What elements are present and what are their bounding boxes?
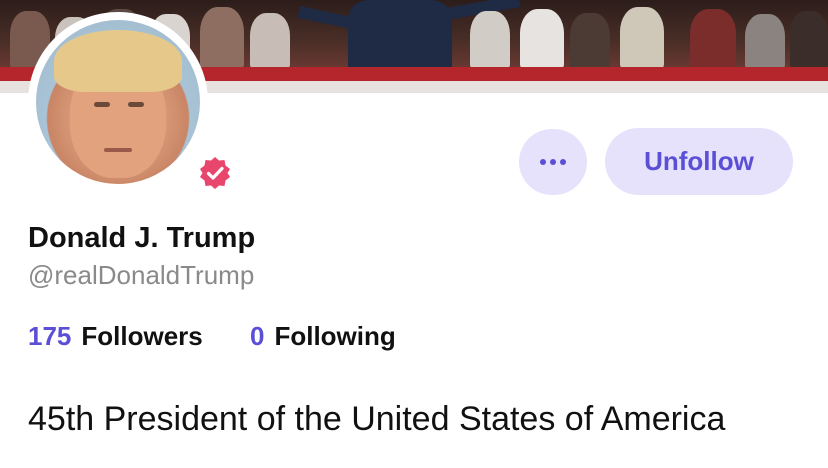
username-handle: @realDonaldTrump [28, 260, 255, 290]
ellipsis-icon [540, 159, 566, 165]
profile-bio: 45th President of the United States of A… [28, 400, 726, 438]
more-options-button[interactable] [519, 129, 587, 195]
followers-count: 175 [28, 321, 72, 351]
avatar-photo [36, 20, 200, 184]
unfollow-button[interactable]: Unfollow [605, 128, 793, 195]
profile-avatar[interactable] [28, 12, 236, 194]
verified-badge-icon [194, 152, 236, 194]
followers-label: Followers [81, 321, 203, 351]
following-label: Following [274, 321, 396, 351]
following-link[interactable]: 0 Following [250, 321, 396, 352]
display-name: Donald J. Trump [28, 222, 256, 254]
followers-link[interactable]: 175 Followers [28, 321, 203, 352]
following-count: 0 [250, 321, 265, 351]
